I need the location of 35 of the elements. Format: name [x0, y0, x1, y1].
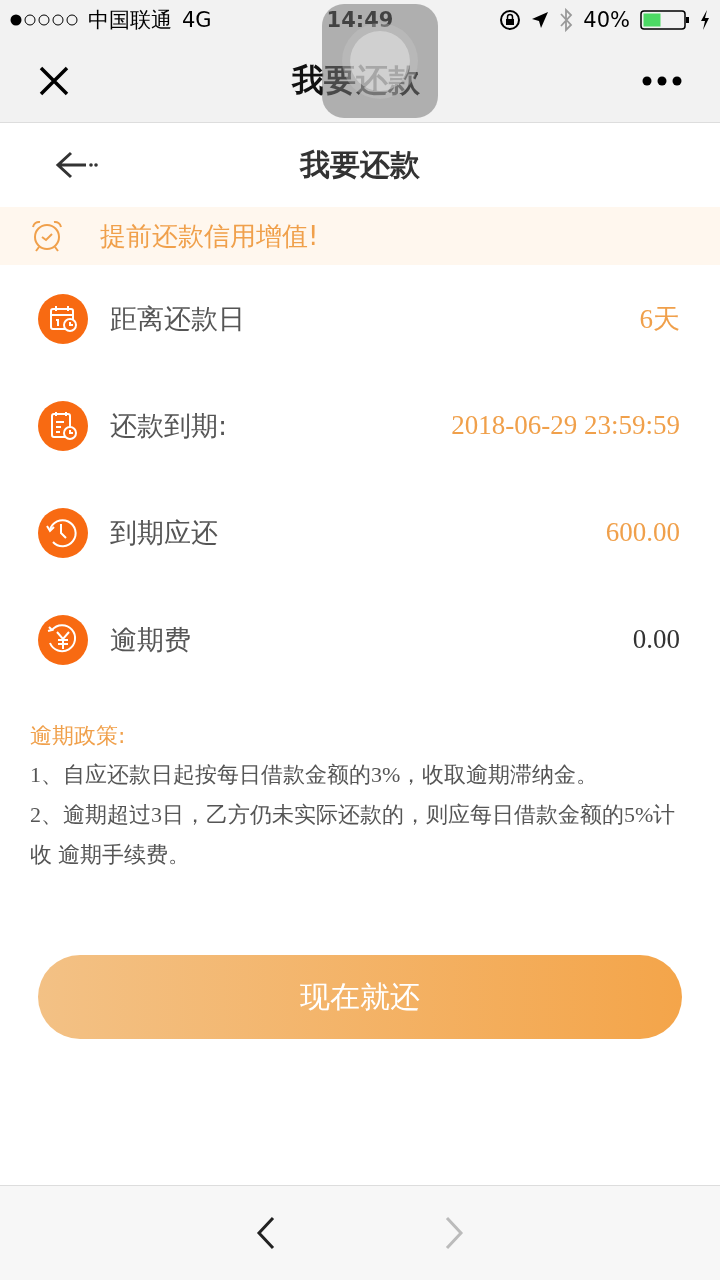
close-icon: [38, 65, 70, 97]
chevron-right-icon: [443, 1216, 465, 1250]
alarm-clock-icon: [30, 219, 64, 253]
location-icon: [531, 11, 550, 29]
carrier-name: 中国联通: [88, 7, 172, 34]
history-clock-icon: [38, 507, 88, 558]
nav-title: 我要还款: [292, 60, 420, 101]
row-value: 2018-06-29 23:59:59: [451, 410, 680, 441]
policy-text: 1、自应还款日起按每日借款金额的3%，收取逾期滞纳金。: [30, 761, 600, 789]
row-label: 逾期费: [110, 622, 192, 657]
yen-coin-icon: [38, 614, 88, 665]
schedule-icon: [38, 400, 88, 451]
policy-title: 逾期政策:: [30, 722, 127, 750]
battery-icon: [640, 9, 690, 31]
calendar-icon: [38, 293, 88, 344]
clock-time: 14:49: [326, 8, 394, 32]
network-type: 4G: [182, 8, 212, 32]
row-value: 6天: [639, 302, 680, 336]
row-label: 距离还款日: [110, 301, 246, 336]
back-arrow-icon: [53, 150, 99, 180]
policy-text: 2、逾期超过3日，乙方仍未实际还款的，则应每日借款金额的5%计收 逾期手续费。: [30, 801, 677, 869]
signal-icon: [10, 13, 78, 27]
bluetooth-icon: [559, 8, 574, 32]
charging-icon: [700, 10, 710, 30]
pay-now-button[interactable]: 现在就还: [38, 955, 682, 1039]
row-value: 600.00: [605, 517, 680, 548]
rotation-lock-icon: [499, 9, 522, 31]
more-icon: [642, 76, 682, 86]
row-value: 0.00: [632, 624, 680, 655]
row-label: 还款到期:: [110, 408, 229, 443]
chevron-left-icon: [255, 1216, 277, 1250]
row-label: 到期应还: [110, 515, 219, 550]
battery-percent: 40%: [583, 8, 630, 32]
page-title: 我要还款: [300, 145, 420, 184]
promo-text: 提前还款信用增值!: [100, 219, 319, 253]
